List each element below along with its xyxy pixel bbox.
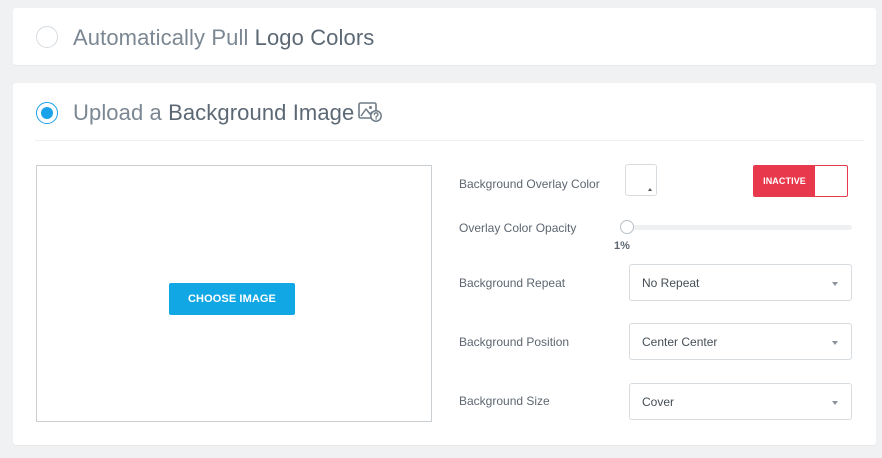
chevron-down-icon	[832, 282, 838, 286]
position-select-value: Center Center	[642, 335, 718, 349]
upload-label-prefix: Upload a	[73, 100, 169, 125]
upload-background-radio[interactable]	[36, 102, 58, 124]
section-divider	[35, 140, 864, 141]
overlay-toggle[interactable]: INACTIVE	[753, 165, 848, 197]
repeat-select[interactable]: No Repeat	[629, 264, 852, 301]
auto-pull-heading: Automatically Pull Logo Colors	[73, 25, 374, 51]
image-help-icon[interactable]	[357, 100, 383, 124]
chevron-down-icon	[832, 401, 838, 405]
repeat-select-value: No Repeat	[642, 276, 700, 290]
swatch-caret-icon	[648, 188, 652, 191]
auto-pull-logo-colors-card: Automatically Pull Logo Colors	[13, 8, 876, 65]
auto-pull-label-bold: Logo Colors	[254, 25, 375, 50]
upload-background-card: Upload a Background Image CHOOSE IMAGE B…	[13, 83, 876, 445]
overlay-toggle-state: INACTIVE	[754, 166, 815, 196]
choose-image-button[interactable]: CHOOSE IMAGE	[169, 283, 295, 315]
overlay-color-swatch[interactable]	[625, 164, 657, 196]
upload-heading: Upload a Background Image	[73, 100, 354, 126]
chevron-down-icon	[832, 341, 838, 345]
overlay-color-label: Background Overlay Color	[459, 177, 600, 191]
position-label: Background Position	[459, 335, 570, 349]
opacity-value: 1%	[614, 240, 630, 252]
opacity-label: Overlay Color Opacity	[459, 221, 577, 235]
size-label: Background Size	[459, 394, 550, 408]
opacity-slider-thumb[interactable]	[620, 220, 634, 234]
opacity-slider-track[interactable]	[626, 225, 852, 230]
size-select-value: Cover	[642, 395, 675, 409]
image-dropzone[interactable]: CHOOSE IMAGE	[36, 165, 432, 422]
upload-label-bold: Background Image	[168, 100, 355, 125]
position-select[interactable]: Center Center	[629, 323, 852, 360]
size-select[interactable]: Cover	[629, 383, 852, 420]
auto-pull-radio[interactable]	[36, 26, 58, 48]
repeat-label: Background Repeat	[459, 276, 566, 290]
auto-pull-label-prefix: Automatically Pull	[73, 25, 255, 50]
